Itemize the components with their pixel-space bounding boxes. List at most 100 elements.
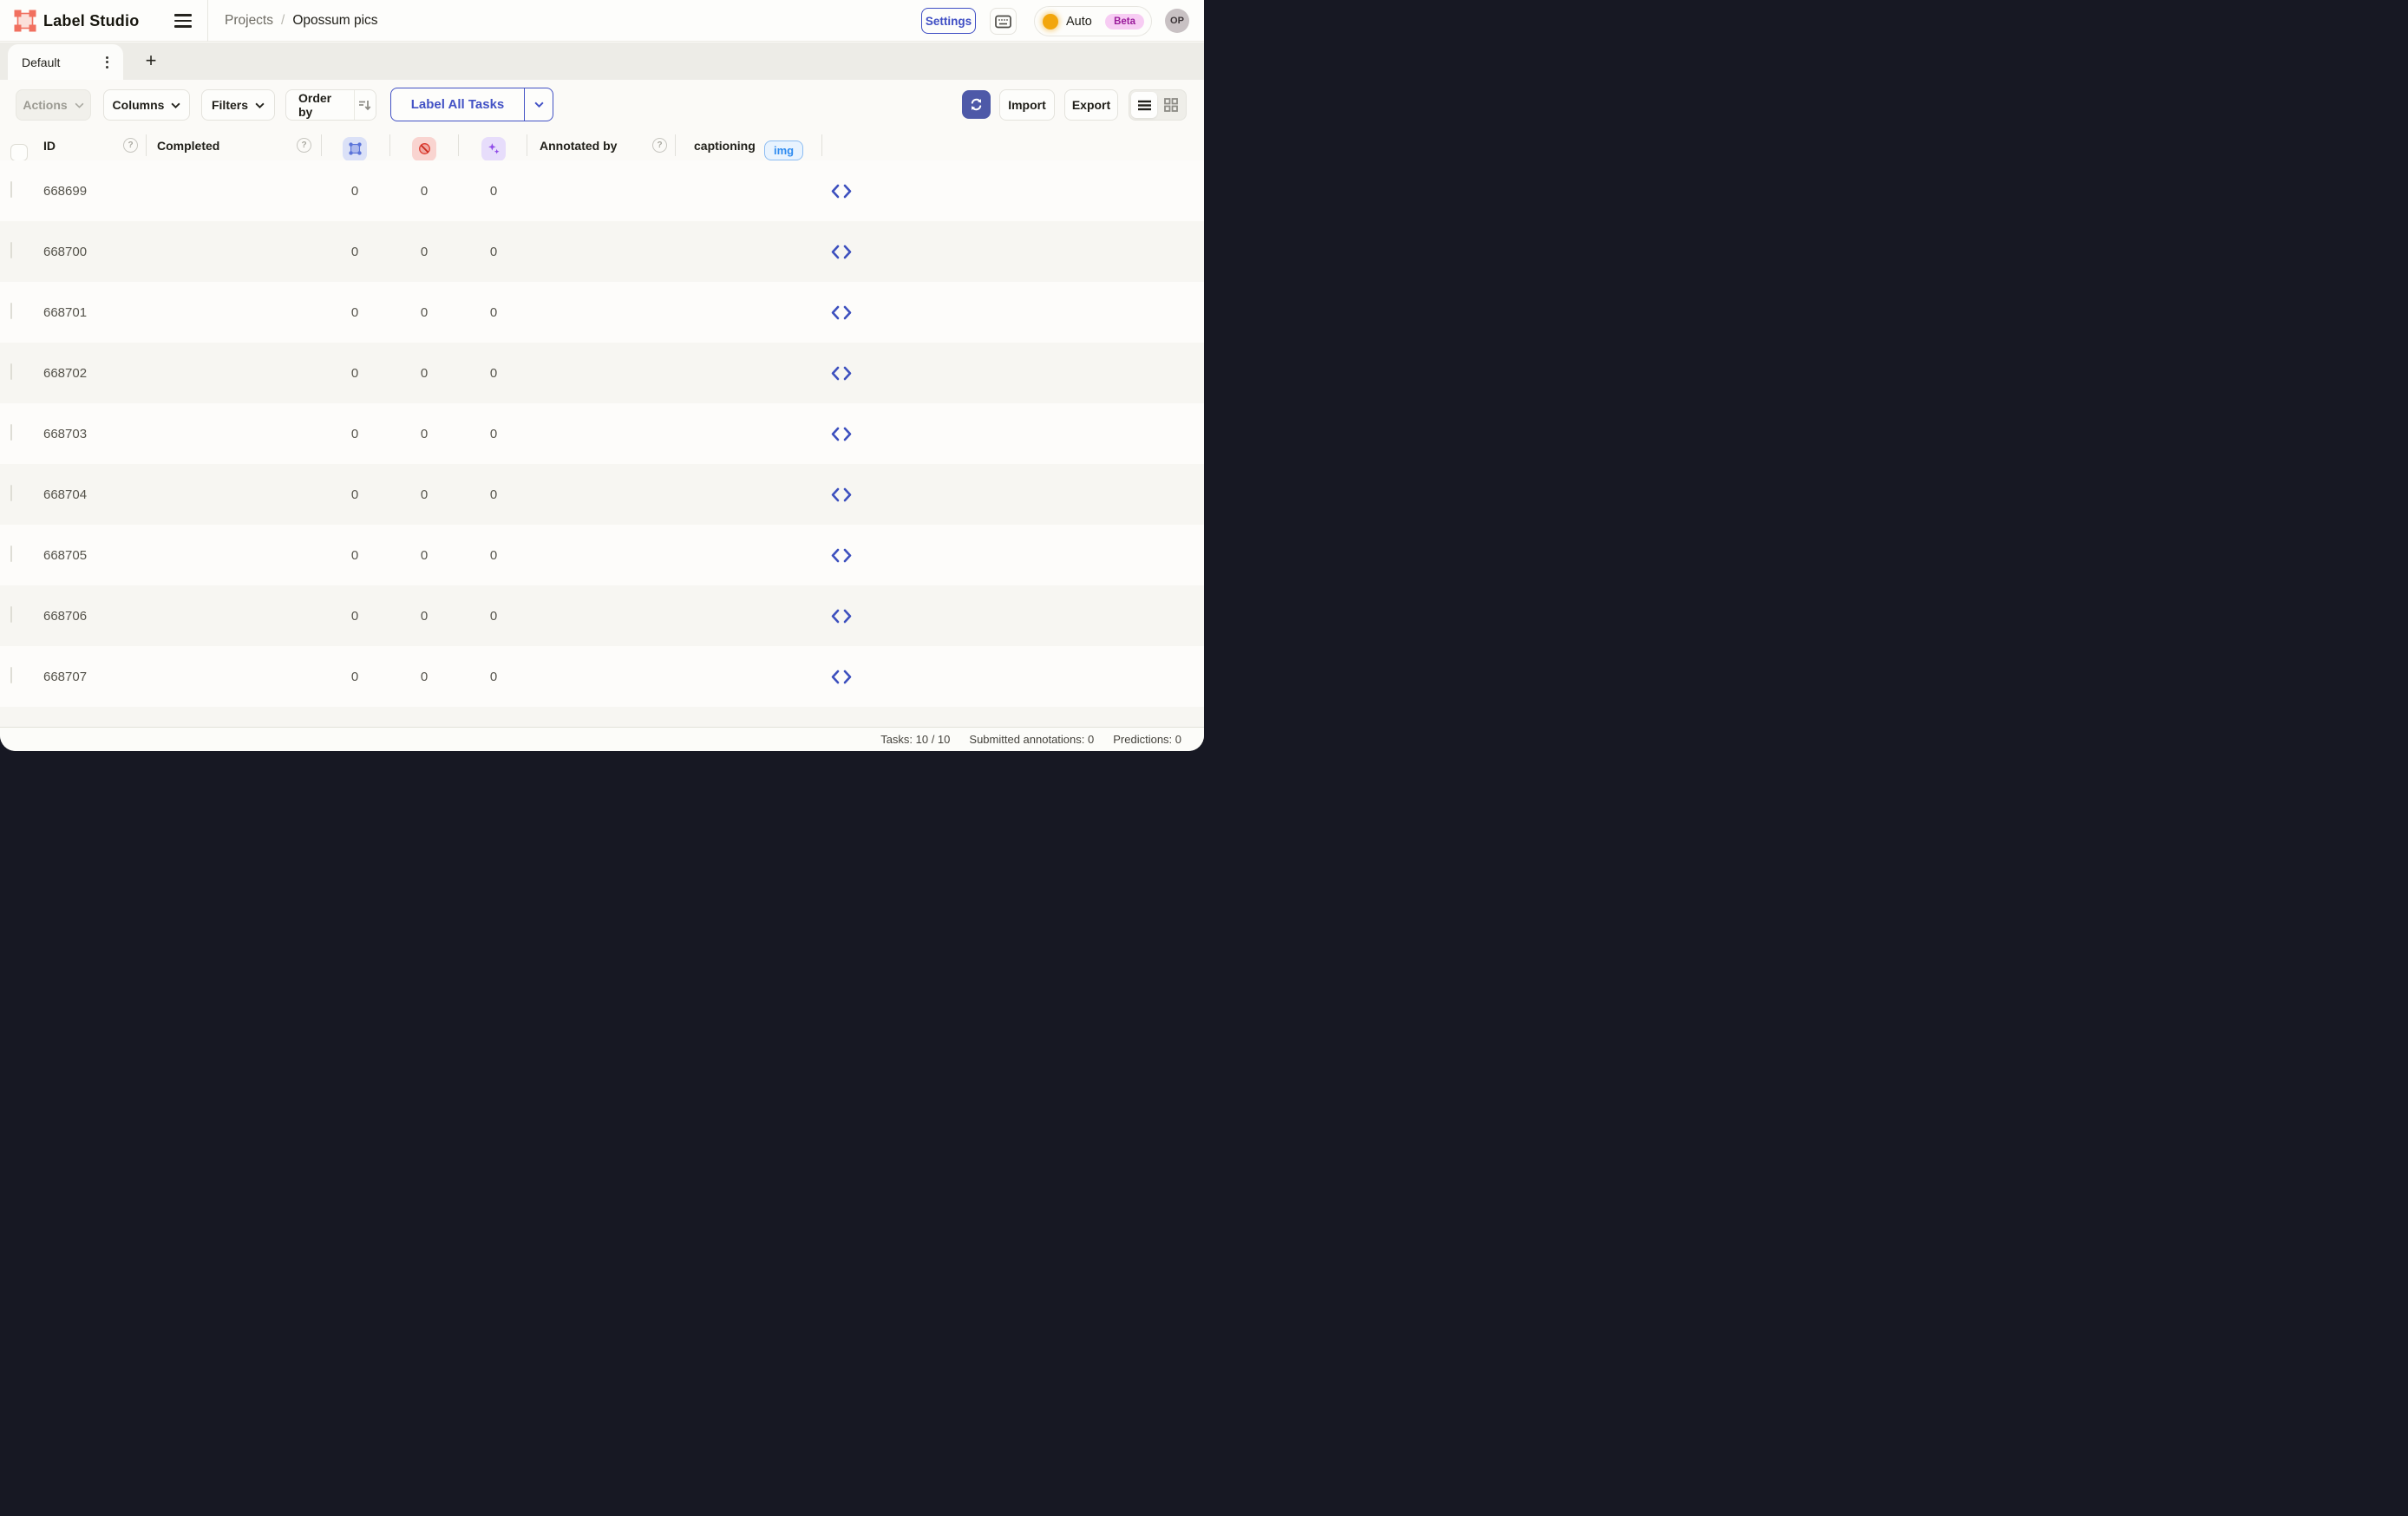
add-view-button[interactable]: +: [139, 49, 163, 73]
table-row[interactable]: 668701 0 0 0: [0, 282, 1204, 343]
settings-button[interactable]: Settings: [921, 8, 976, 34]
predictions-count: 0: [460, 403, 527, 464]
annotated-by-help-icon[interactable]: ?: [652, 130, 667, 160]
data-manager-toolbar: Actions Columns Filters Order by: [0, 80, 1204, 130]
cancelled-count: 0: [390, 221, 458, 282]
completed-help-icon[interactable]: ?: [297, 130, 311, 160]
code-brackets-icon: [830, 548, 853, 563]
task-id: 668706: [43, 585, 87, 646]
row-checkbox[interactable]: [10, 182, 12, 198]
predictions-count: 0: [460, 282, 527, 343]
code-brackets-icon: [830, 609, 853, 624]
table-row[interactable]: [0, 707, 1204, 727]
import-label: Import: [1008, 98, 1046, 112]
column-header-cancelled-annotations[interactable]: [412, 134, 436, 164]
actions-button[interactable]: Actions: [16, 89, 91, 121]
status-bar: Tasks: 10 / 10 Submitted annotations: 0 …: [0, 727, 1204, 751]
annotations-count: 0: [321, 585, 389, 646]
row-checkbox[interactable]: [10, 486, 12, 501]
show-task-source-button[interactable]: [830, 282, 853, 343]
task-id: 668700: [43, 221, 87, 282]
label-all-tasks-button[interactable]: Label All Tasks: [391, 88, 524, 121]
predictions-count: 0: [460, 343, 527, 403]
column-header-completed[interactable]: Completed: [157, 130, 219, 160]
sort-direction-icon[interactable]: [354, 90, 376, 120]
breadcrumb: Projects / Opossum pics: [225, 0, 378, 42]
show-task-source-button[interactable]: [830, 525, 853, 585]
column-header-captioning[interactable]: captioning: [694, 130, 756, 160]
show-task-source-button[interactable]: [830, 585, 853, 646]
task-id: 668703: [43, 403, 87, 464]
filters-button[interactable]: Filters: [201, 89, 275, 121]
top-header: Label Studio Projects / Opossum pics Set…: [0, 0, 1204, 42]
label-all-tasks-caret[interactable]: [524, 88, 553, 121]
breadcrumb-projects[interactable]: Projects: [225, 13, 273, 29]
columns-button[interactable]: Columns: [103, 89, 190, 121]
keyboard-shortcuts-button[interactable]: [990, 8, 1017, 35]
show-task-source-button[interactable]: [830, 221, 853, 282]
row-checkbox[interactable]: [10, 243, 12, 258]
predictions-count: 0: [460, 221, 527, 282]
row-checkbox[interactable]: [10, 668, 12, 683]
auto-mode-toggle[interactable]: Auto Beta: [1034, 6, 1152, 36]
order-by-button[interactable]: Order by: [285, 89, 376, 121]
id-help-icon[interactable]: ?: [123, 130, 138, 160]
annotations-count: 0: [321, 343, 389, 403]
predictions-count-total: Predictions: 0: [1113, 733, 1181, 746]
import-button[interactable]: Import: [999, 89, 1055, 121]
predictions-sparkles-icon: [481, 137, 506, 161]
row-checkbox[interactable]: [10, 425, 12, 441]
table-row[interactable]: 668707 0 0 0: [0, 646, 1204, 707]
show-task-source-button[interactable]: [830, 403, 853, 464]
chevron-down-icon: [255, 102, 265, 108]
export-button[interactable]: Export: [1064, 89, 1118, 121]
tab-default[interactable]: Default: [8, 44, 123, 80]
table-row[interactable]: 668703 0 0 0: [0, 403, 1204, 464]
annotations-count: 0: [321, 403, 389, 464]
code-brackets-icon: [830, 487, 853, 502]
column-header-annotated-by[interactable]: Annotated by: [540, 130, 617, 160]
predictions-count: 0: [460, 646, 527, 707]
grid-view-button[interactable]: [1158, 92, 1184, 118]
cancelled-annotations-icon: [412, 137, 436, 161]
table-row[interactable]: 668706 0 0 0: [0, 585, 1204, 646]
annotations-count: 0: [321, 525, 389, 585]
tab-options-kebab-icon[interactable]: [99, 55, 115, 70]
table-row[interactable]: 668705 0 0 0: [0, 525, 1204, 585]
annotations-count: 0: [321, 282, 389, 343]
refresh-button[interactable]: [962, 90, 991, 119]
annotations-count: 0: [321, 646, 389, 707]
cancelled-count: 0: [390, 464, 458, 525]
task-id: 668705: [43, 525, 87, 585]
row-checkbox[interactable]: [10, 364, 12, 380]
column-header-annotations[interactable]: [343, 134, 367, 164]
task-id: 668699: [43, 160, 87, 221]
list-view-icon: [1137, 100, 1152, 111]
order-by-label: Order by: [286, 91, 347, 119]
code-brackets-icon: [830, 670, 853, 684]
show-task-source-button[interactable]: [830, 343, 853, 403]
annotations-count: 0: [321, 464, 389, 525]
table-row[interactable]: 668700 0 0 0: [0, 221, 1204, 282]
main-surface: Label Studio Projects / Opossum pics Set…: [0, 0, 1204, 751]
predictions-count: 0: [460, 525, 527, 585]
column-header-id[interactable]: ID: [43, 130, 56, 160]
show-task-source-button[interactable]: [830, 464, 853, 525]
table-row[interactable]: 668702 0 0 0: [0, 343, 1204, 403]
row-checkbox[interactable]: [10, 304, 12, 319]
show-task-source-button[interactable]: [830, 160, 853, 221]
table-row[interactable]: 668699 0 0 0: [0, 160, 1204, 221]
row-checkbox[interactable]: [10, 546, 12, 562]
table-row[interactable]: 668704 0 0 0: [0, 464, 1204, 525]
user-avatar[interactable]: OP: [1165, 9, 1189, 33]
view-tabs-strip: Default +: [0, 42, 1204, 80]
label-all-tasks-split-button[interactable]: Label All Tasks: [390, 88, 553, 121]
app-logo[interactable]: Label Studio: [14, 10, 139, 32]
column-header-predictions[interactable]: [481, 134, 506, 164]
hamburger-menu-icon[interactable]: [174, 12, 192, 29]
breadcrumb-current-project: Opossum pics: [292, 13, 377, 29]
show-task-source-button[interactable]: [830, 646, 853, 707]
list-view-button[interactable]: [1131, 92, 1157, 118]
row-checkbox[interactable]: [10, 607, 12, 623]
auto-label: Auto: [1066, 15, 1092, 29]
